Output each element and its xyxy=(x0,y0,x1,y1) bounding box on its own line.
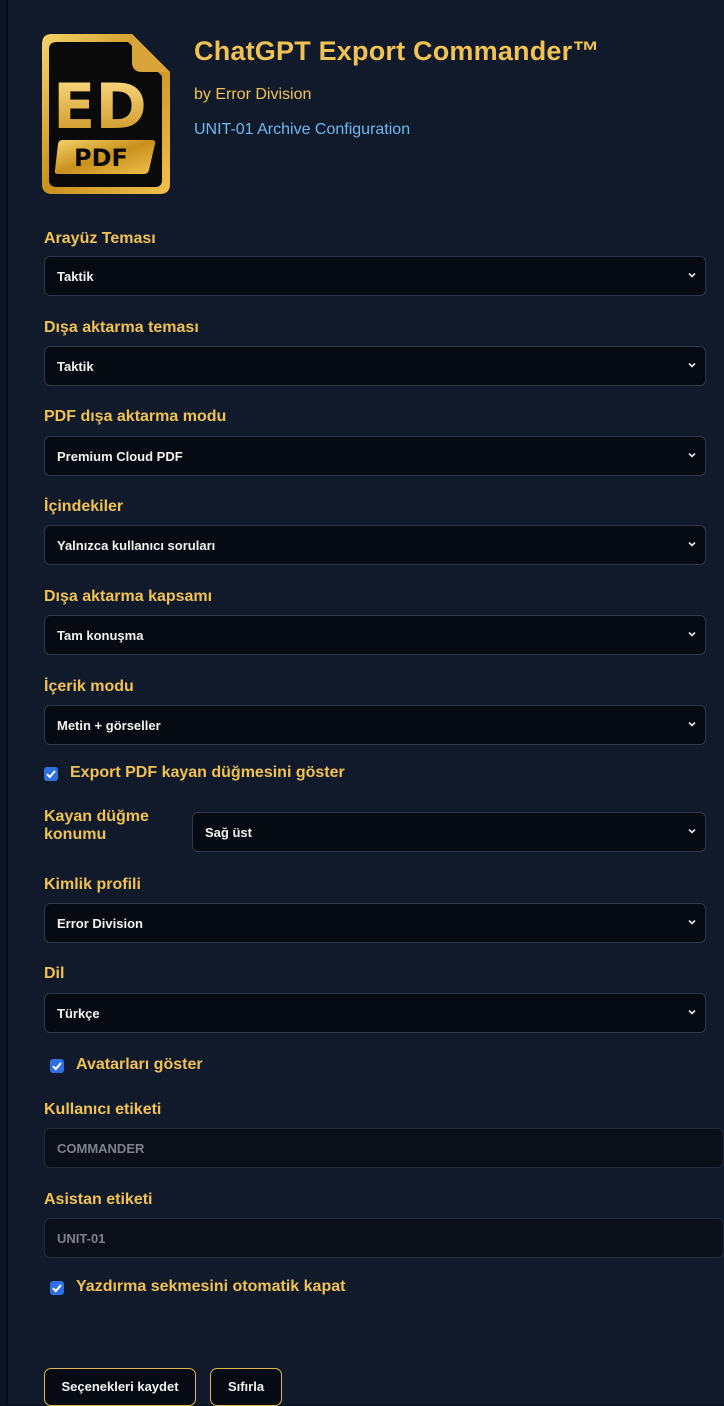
identity-select[interactable]: Error Division xyxy=(44,903,706,943)
checkmark-icon xyxy=(52,1062,62,1071)
assistant-label-value: UNIT-01 xyxy=(57,1231,106,1246)
chevron-down-icon xyxy=(688,828,696,834)
toc-label: İçindekiler xyxy=(44,498,124,515)
scope-value: Tam konuşma xyxy=(57,628,144,643)
export-theme-label: Dışa aktarma teması xyxy=(44,319,199,336)
logo-main-text: ED xyxy=(53,70,147,143)
reset-button[interactable]: Sıfırla xyxy=(210,1368,282,1406)
assistant-label-label: Asistan etiketi xyxy=(44,1191,153,1208)
content-mode-value: Metin + görseller xyxy=(57,718,161,733)
chevron-down-icon xyxy=(688,721,696,727)
ui-theme-value: Taktik xyxy=(57,269,94,284)
checkmark-icon xyxy=(46,770,56,779)
float-button-label: Export PDF kayan düğmesini göster xyxy=(70,764,345,781)
export-theme-value: Taktik xyxy=(57,359,94,374)
content-mode-label: İçerik modu xyxy=(44,678,134,695)
byline: by Error Division xyxy=(194,86,312,103)
checkmark-icon xyxy=(52,1284,62,1293)
scope-select[interactable]: Tam konuşma xyxy=(44,615,706,655)
chevron-down-icon xyxy=(688,272,696,278)
user-label-label: Kullanıcı etiketi xyxy=(44,1101,162,1118)
settings-panel: ED PDF ChatGPT Export Commander™ by Erro… xyxy=(6,0,724,1406)
float-position-label: Kayan düğme konumu xyxy=(44,808,149,844)
float-position-select[interactable]: Sağ üst xyxy=(192,812,706,852)
pdf-mode-select[interactable]: Premium Cloud PDF xyxy=(44,436,706,476)
ui-theme-select[interactable]: Taktik xyxy=(44,256,706,296)
app-title: ChatGPT Export Commander™ xyxy=(194,36,600,66)
float-position-value: Sağ üst xyxy=(205,825,252,840)
subtitle: UNIT-01 Archive Configuration xyxy=(194,121,411,138)
header: ED PDF ChatGPT Export Commander™ by Erro… xyxy=(40,30,720,200)
ed-pdf-file-logo: ED PDF xyxy=(42,34,170,194)
toc-select[interactable]: Yalnızca kullanıcı soruları xyxy=(44,525,706,565)
identity-label: Kimlik profili xyxy=(44,876,141,893)
avatars-label: Avatarları göster xyxy=(76,1056,203,1073)
toc-value: Yalnızca kullanıcı soruları xyxy=(57,538,216,553)
float-position-label-line1: Kayan düğme xyxy=(44,808,149,825)
chevron-down-icon xyxy=(688,919,696,925)
content-mode-select[interactable]: Metin + görseller xyxy=(44,705,706,745)
scope-label: Dışa aktarma kapsamı xyxy=(44,588,213,605)
export-theme-select[interactable]: Taktik xyxy=(44,346,706,386)
logo-badge-text: PDF xyxy=(74,144,128,172)
language-value: Türkçe xyxy=(57,1006,100,1021)
chevron-down-icon xyxy=(688,452,696,458)
chevron-down-icon xyxy=(688,1009,696,1015)
language-select[interactable]: Türkçe xyxy=(44,993,706,1033)
chevron-down-icon xyxy=(688,362,696,368)
chevron-down-icon xyxy=(688,541,696,547)
user-label-value: COMMANDER xyxy=(57,1141,145,1156)
save-options-button[interactable]: Seçenekleri kaydet xyxy=(44,1368,196,1406)
auto-close-checkbox[interactable] xyxy=(50,1281,64,1295)
language-label: Dil xyxy=(44,965,65,982)
identity-value: Error Division xyxy=(57,916,143,931)
auto-close-label: Yazdırma sekmesini otomatik kapat xyxy=(76,1278,346,1295)
pdf-mode-label: PDF dışa aktarma modu xyxy=(44,408,227,425)
float-button-checkbox[interactable] xyxy=(44,767,58,781)
chevron-down-icon xyxy=(688,631,696,637)
assistant-label-input[interactable]: UNIT-01 xyxy=(44,1218,724,1258)
pdf-mode-value: Premium Cloud PDF xyxy=(57,449,183,464)
ui-theme-label: Arayüz Teması xyxy=(44,230,156,247)
user-label-input[interactable]: COMMANDER xyxy=(44,1128,724,1168)
float-position-label-line2: konumu xyxy=(44,826,107,843)
avatars-checkbox[interactable] xyxy=(50,1059,64,1073)
